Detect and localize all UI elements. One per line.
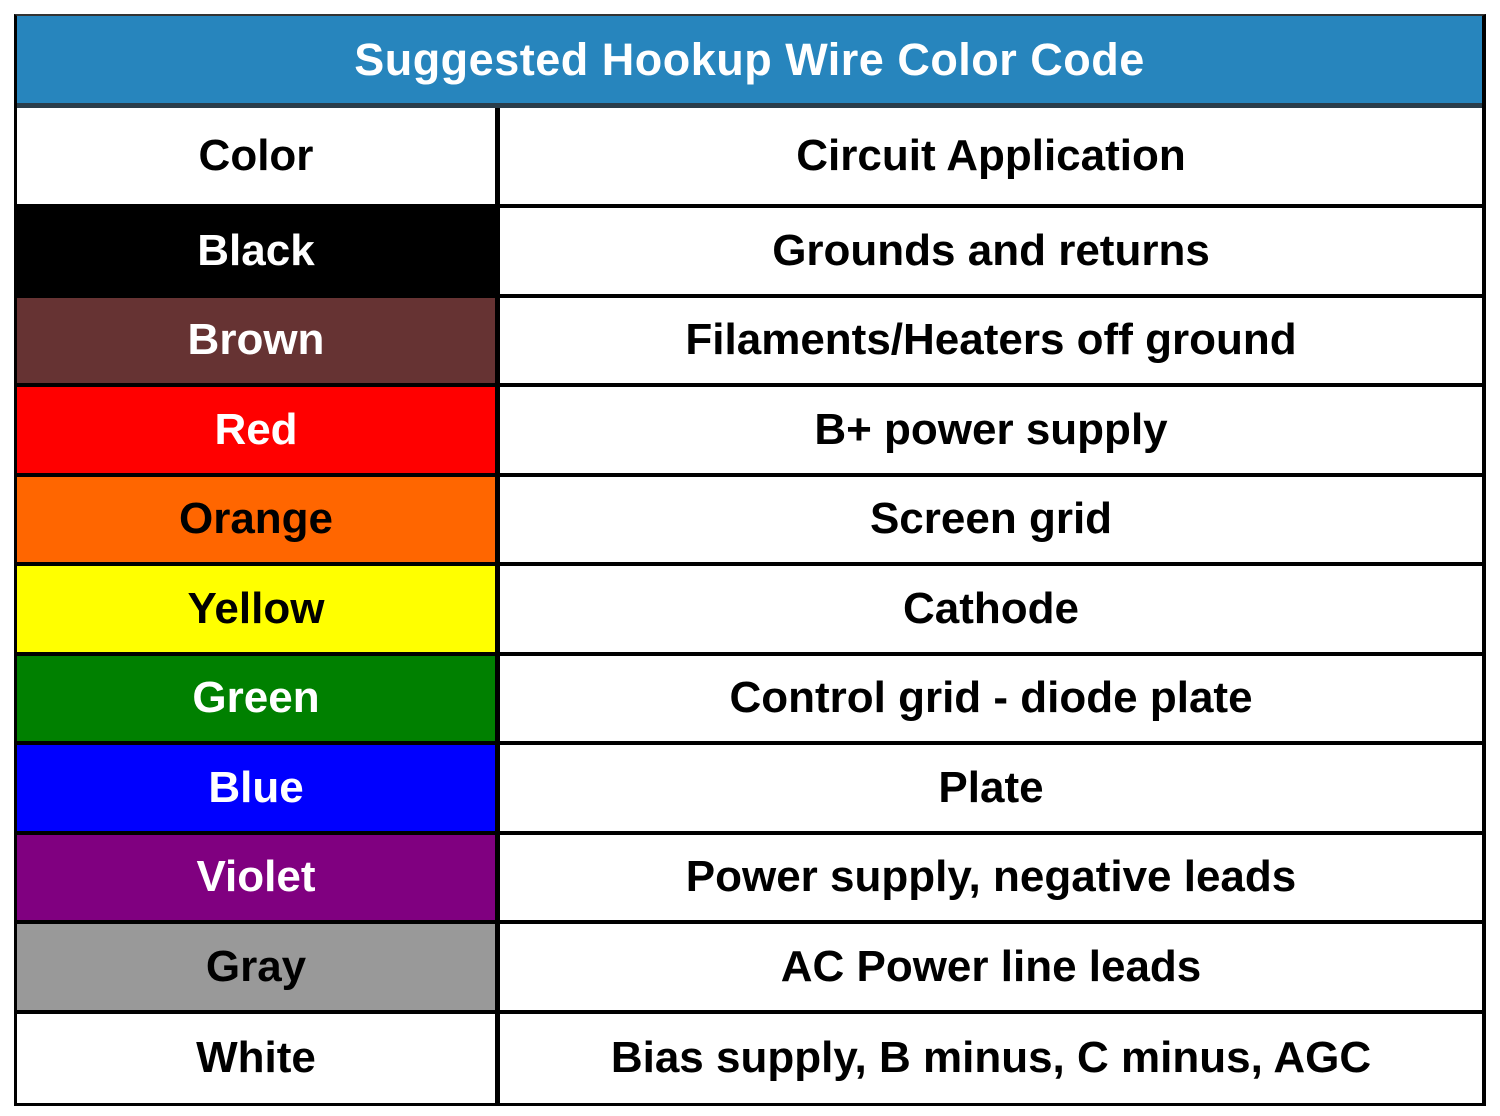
table-row: Blue Plate	[17, 745, 1482, 835]
table-row: Brown Filaments/Heaters off ground	[17, 297, 1482, 387]
application-cell: Grounds and returns	[500, 208, 1482, 294]
color-swatch-cell: Brown	[17, 297, 500, 383]
application-cell: Filaments/Heaters off ground	[500, 297, 1482, 383]
table-row: White Bias supply, B minus, C minus, AGC	[17, 1013, 1482, 1103]
color-swatch-cell: Blue	[17, 745, 500, 831]
color-swatch-cell: Green	[17, 655, 500, 741]
color-swatch-cell: Violet	[17, 834, 500, 920]
table-row: Black Grounds and returns	[17, 208, 1482, 298]
header-application: Circuit Application	[500, 108, 1482, 204]
color-swatch-cell: White	[17, 1013, 500, 1103]
header-row: Color Circuit Application	[17, 108, 1482, 208]
table-title: Suggested Hookup Wire Color Code	[17, 16, 1482, 109]
header-color: Color	[17, 108, 500, 204]
application-cell: B+ power supply	[500, 387, 1482, 473]
color-swatch-cell: Black	[17, 208, 500, 294]
table-row: Gray AC Power line leads	[17, 924, 1482, 1014]
color-swatch-cell: Yellow	[17, 566, 500, 652]
table-row: Violet Power supply, negative leads	[17, 834, 1482, 924]
color-swatch-cell: Gray	[17, 924, 500, 1010]
application-cell: Screen grid	[500, 476, 1482, 562]
color-swatch-cell: Red	[17, 387, 500, 473]
application-cell: Bias supply, B minus, C minus, AGC	[500, 1013, 1482, 1103]
wire-color-code-table: Suggested Hookup Wire Color Code Color C…	[14, 14, 1486, 1106]
table-row: Red B+ power supply	[17, 387, 1482, 477]
table-body: Black Grounds and returns Brown Filament…	[17, 208, 1482, 1103]
table-row: Yellow Cathode	[17, 566, 1482, 656]
color-swatch-cell: Orange	[17, 476, 500, 562]
application-cell: Cathode	[500, 566, 1482, 652]
application-cell: AC Power line leads	[500, 924, 1482, 1010]
table-row: Orange Screen grid	[17, 476, 1482, 566]
table-row: Green Control grid - diode plate	[17, 655, 1482, 745]
application-cell: Plate	[500, 745, 1482, 831]
application-cell: Control grid - diode plate	[500, 655, 1482, 741]
application-cell: Power supply, negative leads	[500, 834, 1482, 920]
